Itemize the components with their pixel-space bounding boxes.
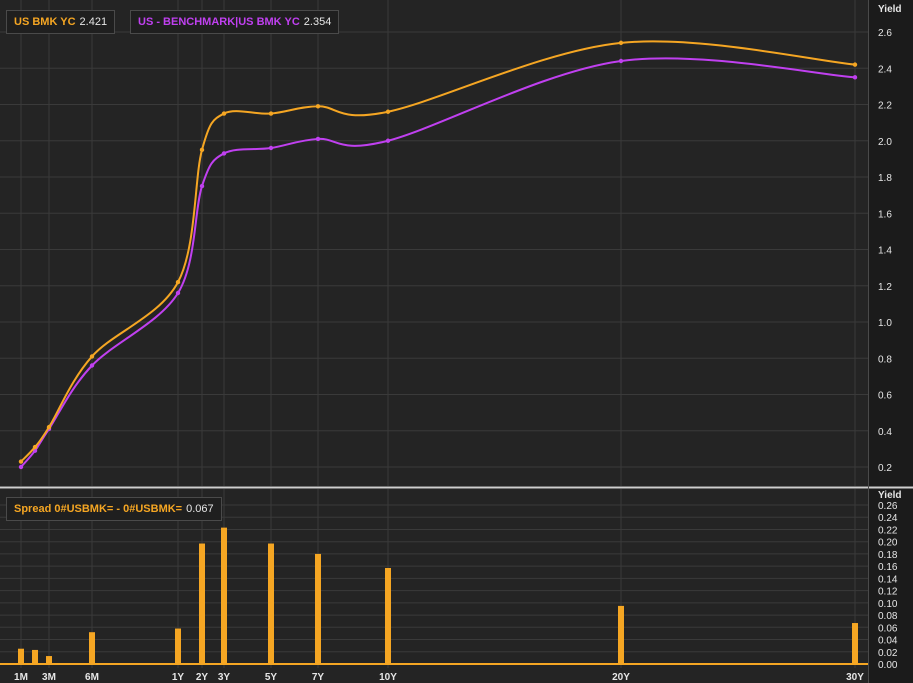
legend-series1-name: US BMK YC <box>14 16 76 28</box>
spread-bar <box>46 656 52 664</box>
data-point <box>175 290 181 296</box>
top-plot-area <box>0 0 868 486</box>
y-tick-label: 1.0 <box>878 318 892 329</box>
y-tick-label: 0.12 <box>878 587 898 598</box>
y-tick-label: 0.02 <box>878 648 898 659</box>
y-tick-label: 0.6 <box>878 391 892 402</box>
y-tick-label: 0.2 <box>878 463 892 474</box>
y-axis-title: Yield <box>878 490 902 501</box>
x-tick-label: 6M <box>85 672 99 683</box>
y-tick-label: 1.2 <box>878 282 892 293</box>
y-tick-label: 0.20 <box>878 538 898 549</box>
y-tick-label: 0.06 <box>878 623 898 634</box>
data-point <box>221 151 227 156</box>
legend-spread-name: Spread 0#USBMK= - 0#USBMK= <box>14 503 183 515</box>
y-tick-label: 1.4 <box>878 246 892 257</box>
legend-series2-value: 2.354 <box>303 16 332 28</box>
yield-curve-chart: 1M 3M 6M 1Y 2Y 3Y 5Y 7Y 10Y 20Y 30Y 0.2 0.4 0.6 0.8 1.0… <box>0 0 913 683</box>
data-point <box>89 354 95 359</box>
x-tick-label: 1Y <box>172 672 185 683</box>
y-tick-label: 2.2 <box>878 101 892 112</box>
data-point <box>385 109 391 114</box>
y-tick-label: 2.0 <box>878 137 892 148</box>
spread-bar <box>315 553 321 664</box>
legend-us-benchmark[interactable]: US - BENCHMARK|US BMK YC 2.354 <box>130 10 340 34</box>
spread-bar <box>89 632 95 664</box>
y-tick-label: 0.22 <box>878 525 898 536</box>
y-tick-label: 0.16 <box>878 562 898 573</box>
x-tick-label: 7Y <box>312 672 325 683</box>
data-point <box>199 183 205 189</box>
data-point <box>32 444 38 450</box>
y-tick-label: 1.6 <box>878 209 892 220</box>
y-tick-label: 2.4 <box>878 64 892 75</box>
x-tick-label: 10Y <box>379 672 397 683</box>
spread-bar <box>32 649 39 664</box>
data-point <box>618 58 624 64</box>
data-point <box>268 111 274 116</box>
data-point <box>18 459 24 464</box>
data-point <box>315 104 321 109</box>
x-tick-label: 3Y <box>218 672 231 683</box>
spread-bar <box>385 567 391 664</box>
y-tick-label: 0.24 <box>878 513 898 524</box>
spread-bar <box>199 543 205 664</box>
data-point <box>315 136 321 142</box>
y-axis-title: Yield <box>878 4 902 15</box>
data-point <box>618 40 624 46</box>
y-tick-label: 0.14 <box>878 574 898 585</box>
x-tick-label: 20Y <box>612 672 630 683</box>
data-point <box>268 145 274 151</box>
y-tick-label: 0.10 <box>878 599 898 610</box>
spread-bar <box>221 527 227 664</box>
y-tick-label: 0.8 <box>878 354 892 365</box>
y-tick-label: 0.04 <box>878 636 898 647</box>
data-point <box>199 147 205 153</box>
x-tick-label: 3M <box>42 672 56 683</box>
y-tick-label: 0.08 <box>878 611 898 622</box>
spread-bar <box>175 628 181 664</box>
x-tick-label: 1M <box>14 672 28 683</box>
data-point <box>385 138 391 143</box>
data-point <box>221 111 227 116</box>
y-tick-label: 1.8 <box>878 173 892 184</box>
y-tick-label: 0.18 <box>878 550 898 561</box>
spread-bar <box>268 543 274 664</box>
data-point <box>852 62 858 67</box>
legend-us-bmk-yc[interactable]: US BMK YC 2.421 <box>6 10 116 34</box>
x-tick-label: 30Y <box>846 672 864 683</box>
y-tick-label: 2.6 <box>878 28 892 39</box>
y-tick-label: 0.26 <box>878 501 898 512</box>
data-point <box>18 464 24 470</box>
data-point <box>46 424 52 430</box>
x-tick-label: 5Y <box>265 672 278 683</box>
legend-spread-value: 0.067 <box>186 503 214 515</box>
data-point <box>852 75 858 80</box>
x-tick-label: 2Y <box>196 672 209 683</box>
legend-spread[interactable]: Spread 0#USBMK= - 0#USBMK= 0.067 <box>6 497 222 521</box>
data-point <box>89 363 95 368</box>
data-point <box>175 279 181 285</box>
y-tick-label: 0.00 <box>878 660 898 671</box>
legend-series2-name: US - BENCHMARK|US BMK YC <box>138 16 300 28</box>
spread-bar <box>618 605 624 664</box>
legend-series1-value: 2.421 <box>79 16 108 28</box>
spread-bar <box>852 623 858 664</box>
spread-bar <box>18 648 24 664</box>
y-tick-label: 0.4 <box>878 427 892 438</box>
